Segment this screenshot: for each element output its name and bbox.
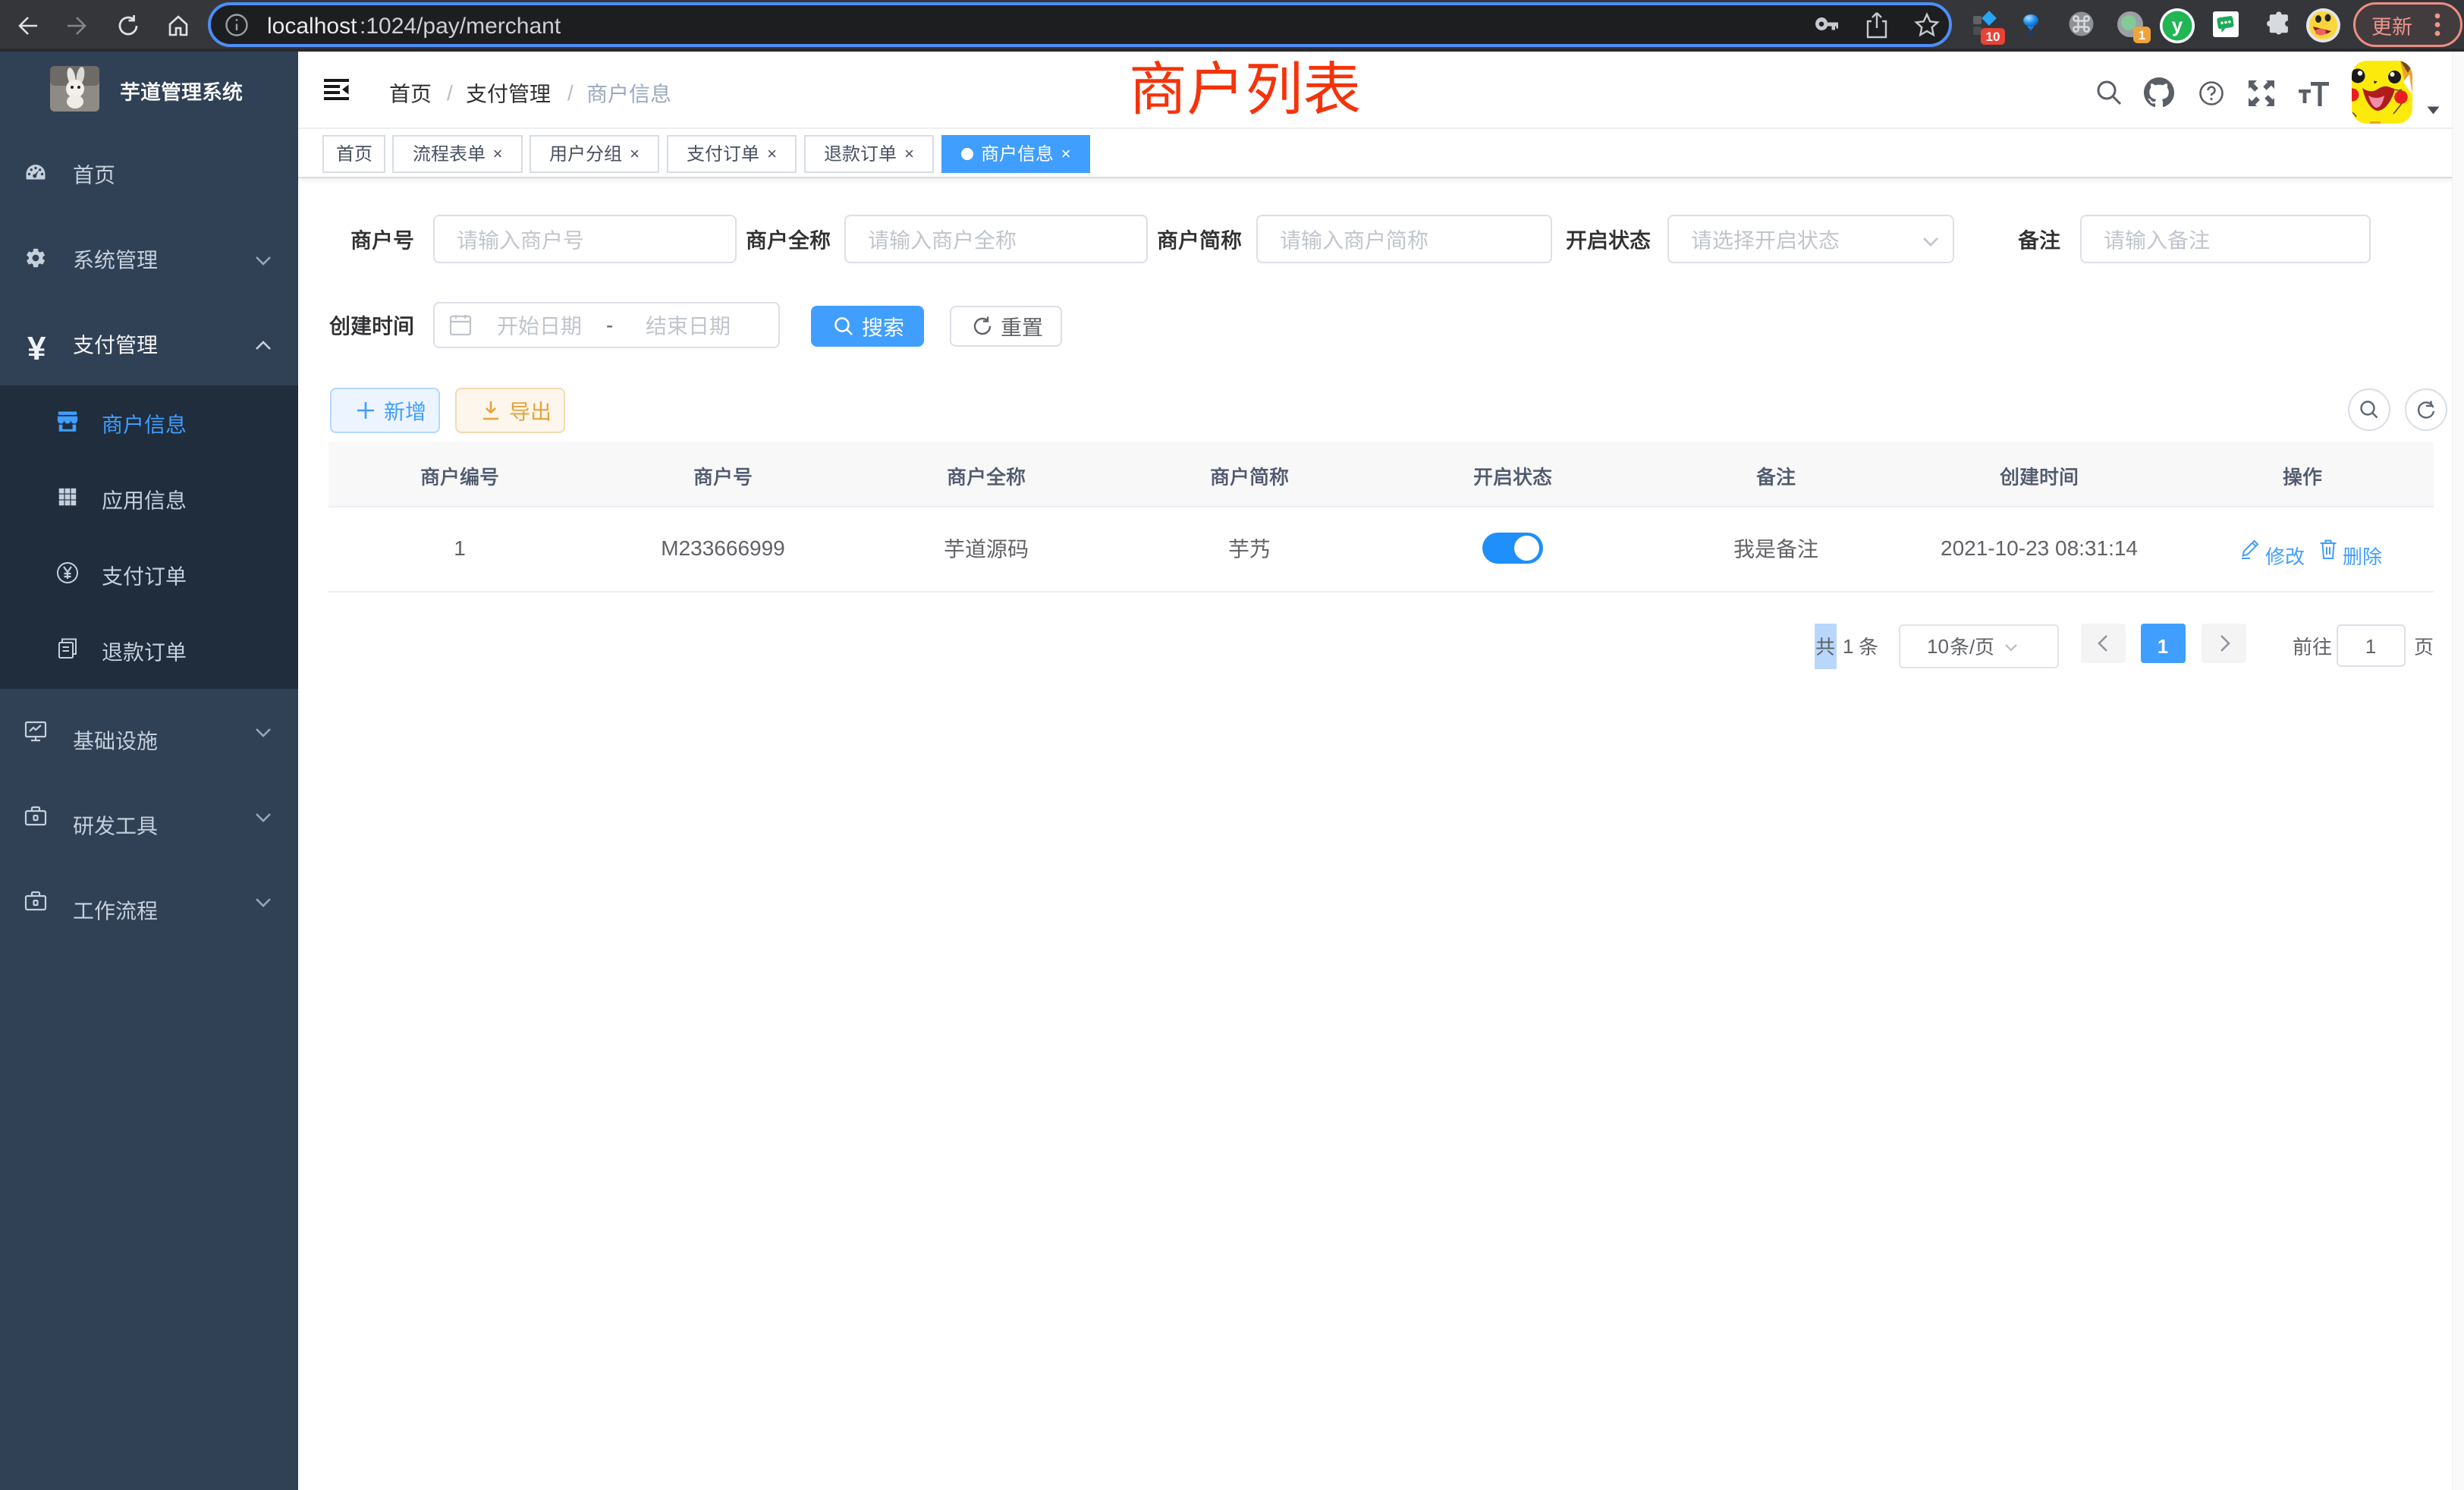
svg-text:y: y [2172, 14, 2183, 36]
svg-text:10: 10 [1986, 30, 2000, 44]
svg-text:1: 1 [2139, 28, 2145, 42]
